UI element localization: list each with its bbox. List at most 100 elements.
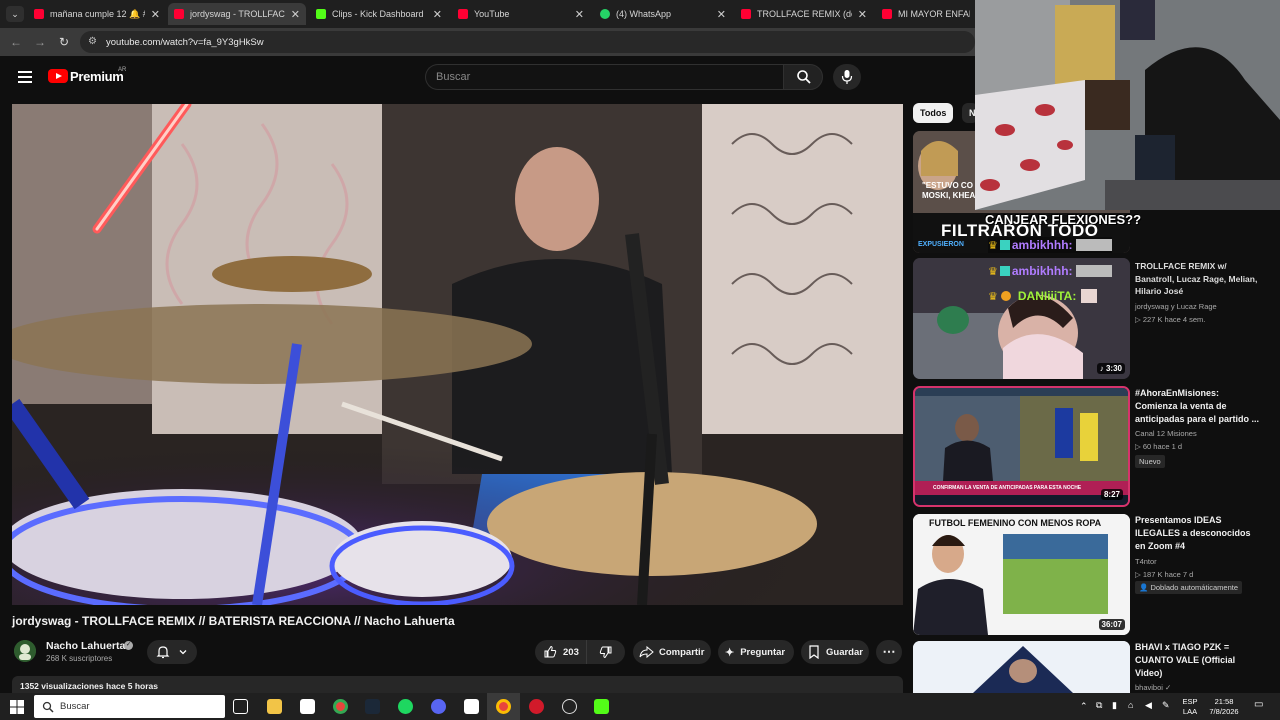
logo-text[interactable]: Premium xyxy=(70,69,124,84)
browser-tab[interactable]: Clips - Kick Dashboard ✕ xyxy=(310,3,448,25)
tray-icon[interactable]: ▮ xyxy=(1112,700,1117,710)
tray-icon[interactable]: ⧉ xyxy=(1096,700,1102,710)
recommendation-thumbnail[interactable] xyxy=(913,641,1130,693)
tab-title: jordyswag - TROLLFACE RE xyxy=(190,9,285,19)
verified-icon: ✓ xyxy=(1165,683,1172,692)
browser-tab[interactable]: TROLLFACE REMIX (docum ✕ xyxy=(735,3,873,25)
tab-title: (4) WhatsApp xyxy=(616,9,672,19)
address-bar-row: ← → ↻ ⚙ youtube.com/watch?v=fa_9Y3gHkSw xyxy=(0,28,980,56)
file-explorer-icon[interactable] xyxy=(267,699,282,714)
clock[interactable]: 21:58 7/8/2026 xyxy=(1203,697,1245,717)
kick-icon[interactable] xyxy=(594,699,609,714)
notifications-button[interactable] xyxy=(147,640,197,664)
obs-icon[interactable] xyxy=(562,699,577,714)
browser-tab[interactable]: (4) WhatsApp ✕ xyxy=(594,3,732,25)
network-icon[interactable]: ⌂ xyxy=(1128,700,1133,710)
recommendation-channel[interactable]: Canal 12 Misiones xyxy=(1135,429,1197,438)
youtube-icon xyxy=(882,9,892,19)
chrome-icon[interactable] xyxy=(496,699,511,714)
close-icon[interactable]: ✕ xyxy=(151,8,160,21)
save-label: Guardar xyxy=(826,646,863,658)
tray-icon[interactable]: ✎ xyxy=(1162,700,1170,710)
app-icon[interactable] xyxy=(464,699,479,714)
browser-tab[interactable]: YouTube ✕ xyxy=(452,3,590,25)
save-button[interactable]: Guardar xyxy=(801,640,869,664)
recommendation-title[interactable]: #AhoraEnMisiones: Comienza la venta de a… xyxy=(1135,387,1263,426)
recommendation-channel[interactable]: jordyswag y Lucaz Rage xyxy=(1135,302,1217,311)
share-label: Compartir xyxy=(659,646,705,658)
recommendation-stats: ▷ 60 hace 1 d xyxy=(1135,442,1183,451)
close-icon[interactable]: ✕ xyxy=(717,8,726,21)
channel-name[interactable]: Nacho Lahuerta xyxy=(46,640,125,652)
volume-icon[interactable]: ◀ xyxy=(1145,700,1152,710)
close-icon[interactable]: ✕ xyxy=(858,8,867,21)
ask-label: Preguntar xyxy=(740,646,786,658)
browser-tab[interactable]: MI MAYOR ENFADO E xyxy=(876,3,976,25)
recommendation-channel[interactable]: T4ntor xyxy=(1135,557,1157,566)
menu-icon[interactable] xyxy=(18,71,32,83)
recommendation-title[interactable]: Presentamos IDEAS ILEGALES a desconocido… xyxy=(1135,514,1263,553)
share-button[interactable]: Compartir xyxy=(633,640,711,664)
thumbs-up-icon xyxy=(544,645,557,658)
close-icon[interactable]: ✕ xyxy=(291,8,300,21)
language-indicator[interactable]: ESP LAA xyxy=(1180,697,1200,717)
chip-all[interactable]: Todos xyxy=(913,103,954,123)
youtube-icon xyxy=(34,9,44,19)
tab-title: mañana cumple 12 🔔 #1... xyxy=(50,8,145,19)
youtube-logo-icon[interactable] xyxy=(48,69,68,83)
chat-message: ♛ DANIiiiTA: xyxy=(988,288,1098,304)
dislike-button[interactable] xyxy=(587,640,625,664)
windows-start-icon[interactable] xyxy=(10,700,24,714)
url-text: youtube.com/watch?v=fa_9Y3gHkSw xyxy=(106,37,264,48)
reload-icon[interactable]: ↻ xyxy=(56,34,72,50)
task-view-icon[interactable] xyxy=(233,699,248,714)
auto-dubbed-badge: 👤 Doblado automáticamente xyxy=(1135,581,1242,594)
voice-search-button[interactable] xyxy=(833,64,861,90)
browser-tab-active[interactable]: jordyswag - TROLLFACE RE ✕ xyxy=(168,3,306,25)
forward-arrow-icon[interactable]: → xyxy=(32,34,48,50)
tab-title: YouTube xyxy=(474,9,510,19)
recommendation-title[interactable]: TROLLFACE REMIX w/ Banatroll, Lucaz Rage… xyxy=(1135,260,1263,298)
chevron-up-icon[interactable]: ⌃ xyxy=(1080,701,1088,711)
discord-icon[interactable] xyxy=(431,699,446,714)
steam-icon[interactable] xyxy=(365,699,380,714)
back-arrow-icon[interactable]: ← xyxy=(8,34,24,50)
spotify-icon[interactable] xyxy=(398,699,413,714)
app-icon[interactable] xyxy=(529,699,544,714)
music-icon: ♪ xyxy=(1099,364,1104,373)
notifications-icon[interactable]: ▭ xyxy=(1254,700,1263,710)
taskbar-search[interactable]: Buscar xyxy=(34,695,225,718)
chat-user: ambikhhh: xyxy=(1011,264,1073,278)
like-button[interactable]: 203 xyxy=(535,640,587,664)
ask-button[interactable]: ✦ Preguntar xyxy=(718,640,794,664)
avatar-image xyxy=(14,640,36,662)
verified-icon: ✓ xyxy=(124,641,133,650)
description-box[interactable]: 1352 visualizaciones hace 5 horas xyxy=(12,676,903,694)
site-info-icon[interactable]: ⚙ xyxy=(88,36,97,47)
crown-icon: ♛ xyxy=(988,265,998,278)
more-actions-button[interactable]: ⋯ xyxy=(876,640,902,664)
close-icon[interactable]: ✕ xyxy=(575,8,584,21)
recommendation-channel[interactable]: bhaviboi ✓ xyxy=(1135,683,1171,692)
browser-tab[interactable]: mañana cumple 12 🔔 #1... ✕ xyxy=(28,3,166,25)
video-frame xyxy=(12,104,903,605)
tab-search-button[interactable]: ⌄ xyxy=(6,6,24,22)
recommendation-thumbnail[interactable]: FUTBOL FEMENINO CON MENOS ROPA 36:07 xyxy=(913,514,1130,635)
duration-badge: 36:07 xyxy=(1098,619,1125,630)
search-box[interactable] xyxy=(425,64,783,90)
address-bar[interactable]: ⚙ youtube.com/watch?v=fa_9Y3gHkSw xyxy=(80,31,975,53)
recommendation-stats: ▷ 227 K hace 4 sem. xyxy=(1135,315,1206,324)
video-player[interactable] xyxy=(12,104,903,605)
channel-avatar[interactable] xyxy=(14,640,36,662)
webcam-image xyxy=(975,0,1280,210)
tab-title: TROLLFACE REMIX (docum xyxy=(757,9,852,19)
new-badge: Nuevo xyxy=(1135,455,1165,468)
recommendation-thumbnail[interactable]: CONFIRMAN LA VENTA DE ANTICIPADAS PARA E… xyxy=(913,386,1130,507)
app-icon[interactable] xyxy=(300,699,315,714)
search-input[interactable] xyxy=(426,65,783,89)
emote-icon xyxy=(1075,265,1112,277)
chrome-icon[interactable] xyxy=(333,699,348,714)
search-button[interactable] xyxy=(783,64,823,90)
recommendation-title[interactable]: BHAVI x TIAGO PZK = CUANTO VALE (Officia… xyxy=(1135,641,1263,680)
close-icon[interactable]: ✕ xyxy=(433,8,442,21)
